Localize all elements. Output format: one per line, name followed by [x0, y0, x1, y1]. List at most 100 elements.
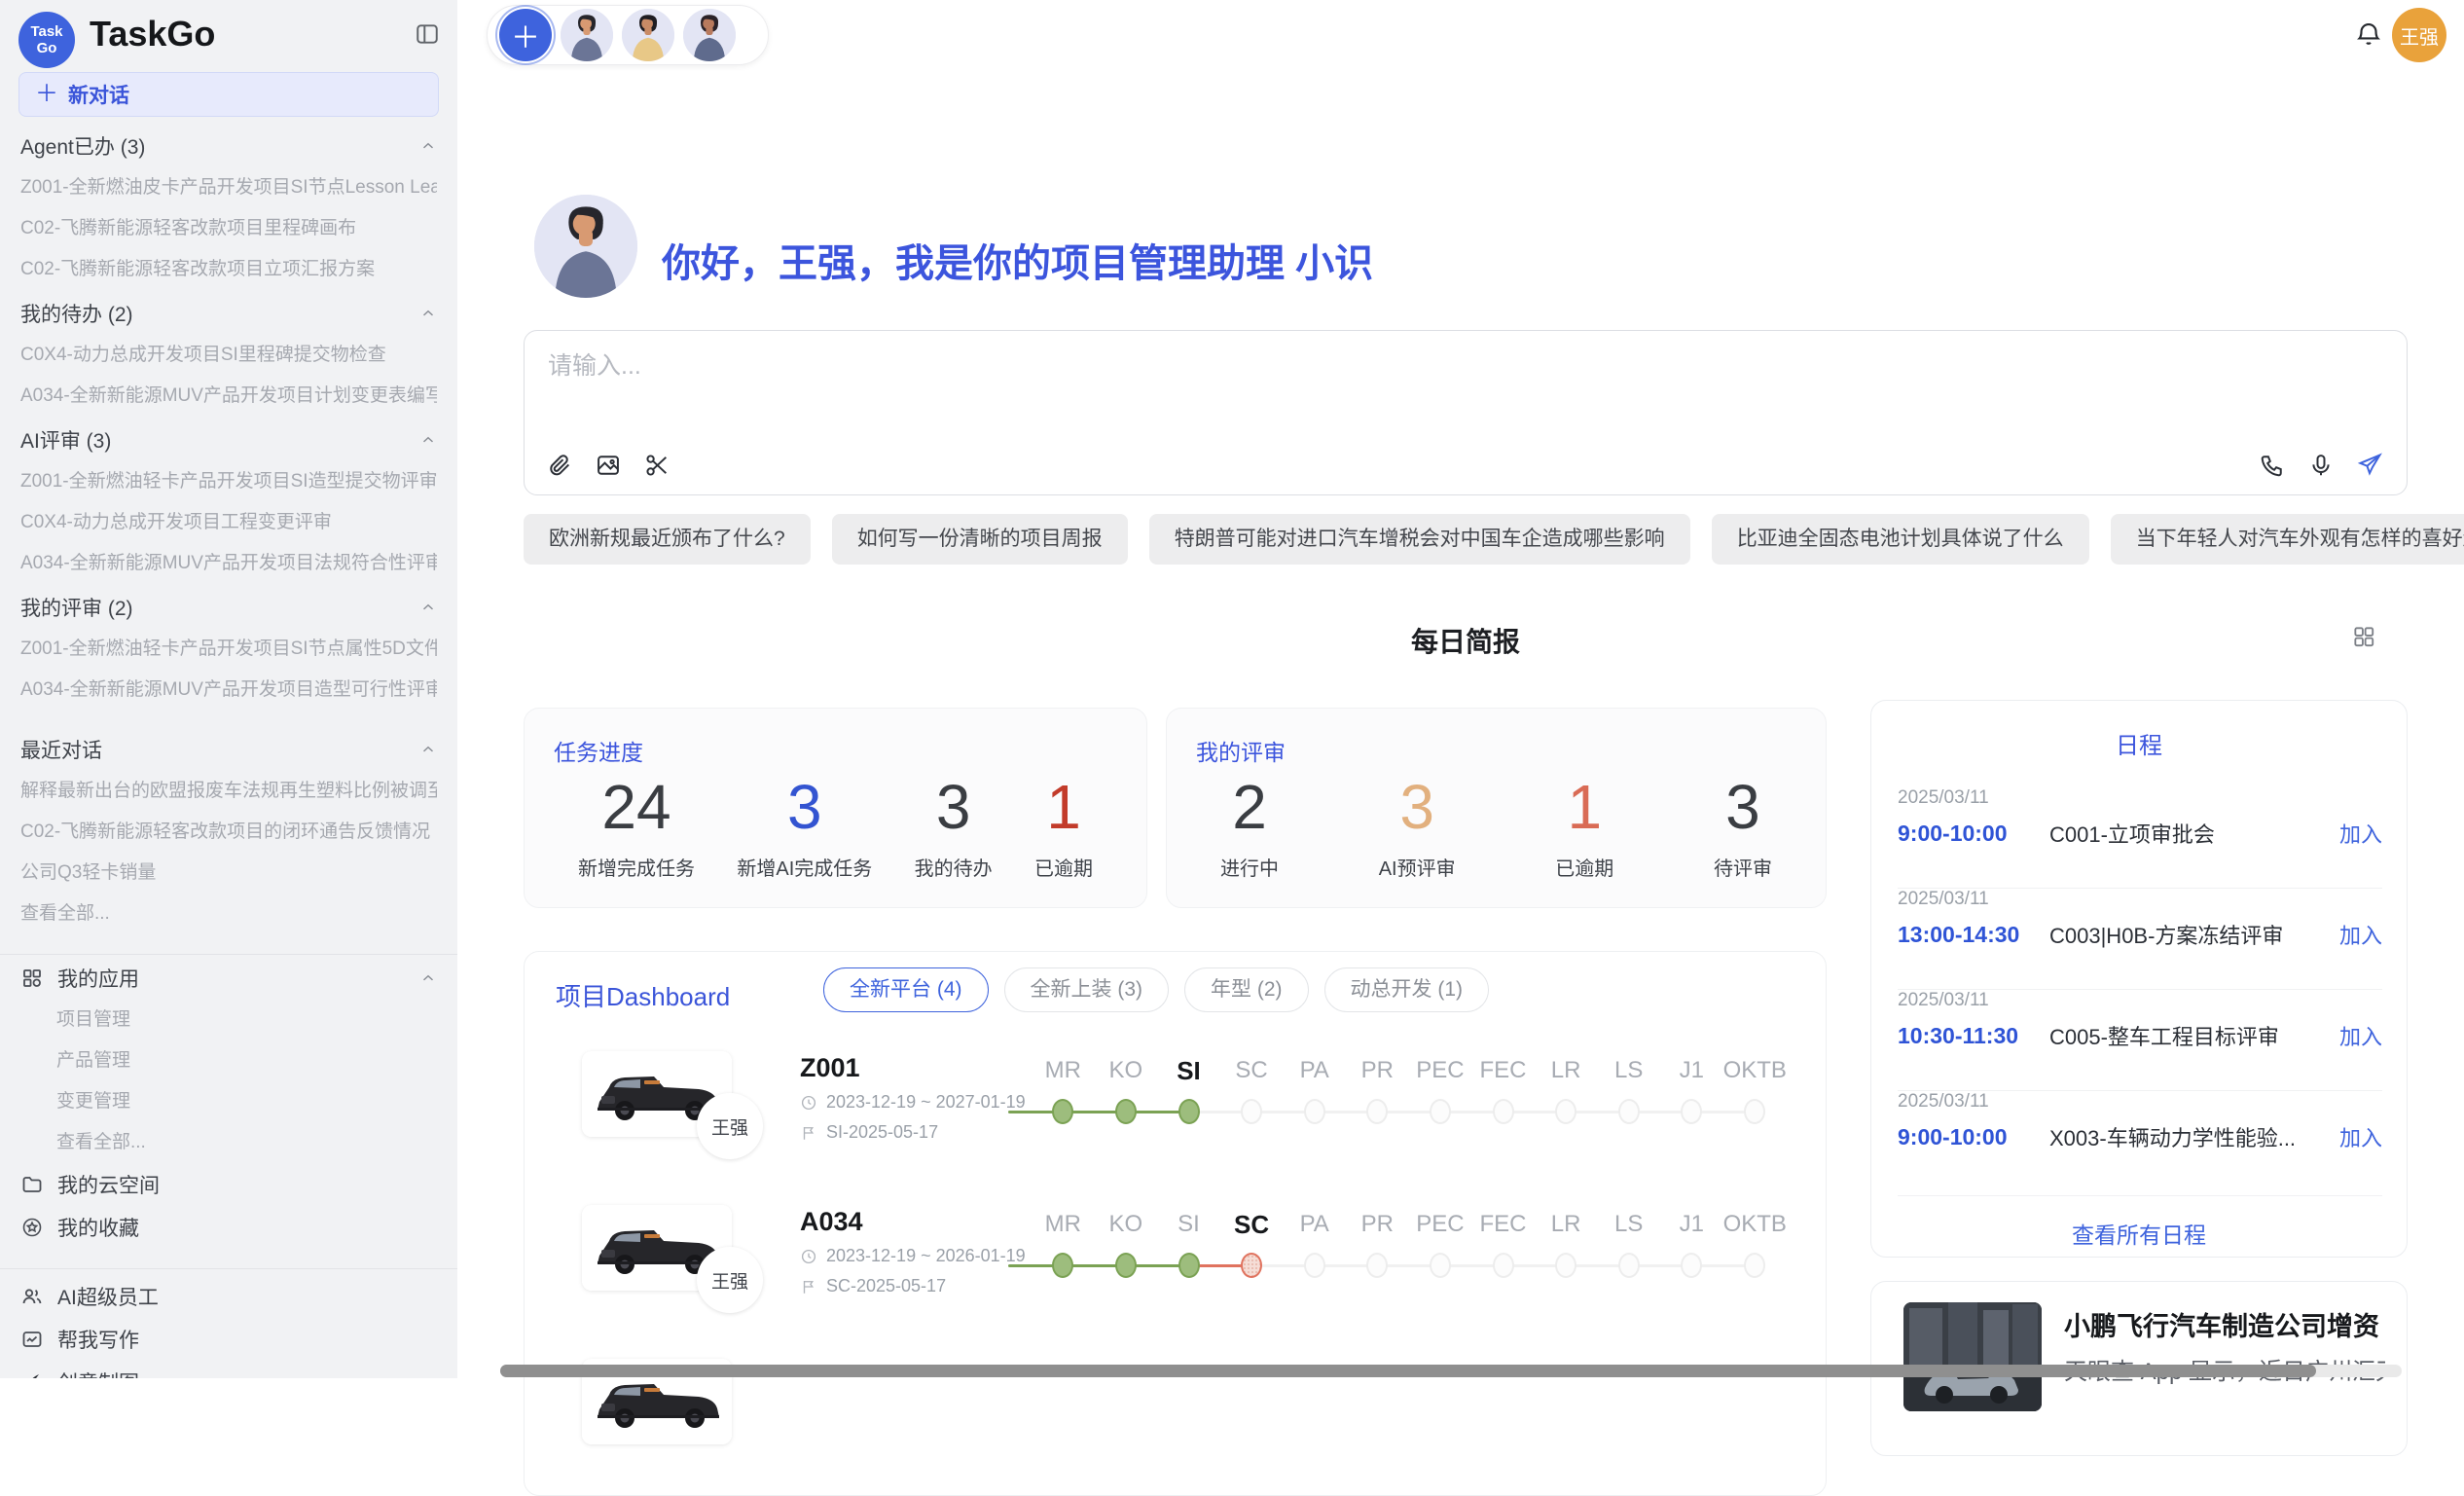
- sidebar-section-header[interactable]: 我的应用: [20, 957, 437, 1000]
- sidebar-section-title: 我的应用: [20, 964, 139, 993]
- dashboard-tab[interactable]: 动总开发 (1): [1324, 967, 1490, 1012]
- sidebar-section-label: 我的应用: [57, 964, 139, 993]
- sidebar-tool-pen[interactable]: 创意制图: [0, 1361, 457, 1378]
- sidebar-link-star[interactable]: 我的收藏: [0, 1206, 457, 1249]
- view-all-schedule-link[interactable]: 查看所有日程: [1871, 1217, 2407, 1250]
- sidebar-section-header[interactable]: 我的待办 (2): [20, 292, 437, 335]
- notifications-bell-icon[interactable]: [2354, 19, 2383, 49]
- sidebar-view-all[interactable]: 查看全部...: [20, 1122, 437, 1163]
- sidebar-item[interactable]: Z001-全新燃油轻卡产品开发项目SI节点属性5D文件评审: [20, 629, 437, 670]
- sidebar-section-header[interactable]: AI评审 (3): [20, 419, 437, 461]
- suggestion-chip[interactable]: 欧洲新规最近颁布了什么?: [524, 514, 811, 565]
- stat-label: 新增完成任务: [578, 853, 695, 881]
- agent-avatar[interactable]: [683, 9, 736, 61]
- sidebar-item[interactable]: 公司Q3轻卡销量: [20, 853, 437, 894]
- new-chat-button[interactable]: ＋ 新对话: [18, 72, 439, 117]
- chevron-up-icon[interactable]: [419, 137, 437, 155]
- project-dashboard-card: 项目Dashboard 全新平台 (4) 全新上装 (3) 年型 (2) 动总开发 (…: [524, 951, 1827, 1496]
- microphone-icon[interactable]: [2307, 452, 2335, 479]
- milestone-label: SC: [1220, 1209, 1284, 1240]
- event-join-link[interactable]: 加入: [2339, 1121, 2382, 1152]
- milestone-label: J1: [1660, 1209, 1723, 1240]
- sidebar-app-item[interactable]: 项目管理: [20, 1000, 437, 1040]
- chevron-up-icon[interactable]: [419, 599, 437, 616]
- sidebar-item[interactable]: C02-飞腾新能源轻客改款项目立项汇报方案: [20, 249, 437, 290]
- sidebar-section-header[interactable]: Agent已办 (3): [20, 125, 437, 167]
- suggestion-chip[interactable]: 比亚迪全固态电池计划具体说了什么: [1712, 514, 2089, 565]
- event-name: C003|H0B-方案冻结评审: [2049, 919, 2317, 950]
- people-icon: [20, 1285, 44, 1308]
- project-code[interactable]: Z001: [800, 1053, 860, 1083]
- sidebar-item[interactable]: Z001-全新燃油轻卡产品开发项目SI造型提交物评审: [20, 461, 437, 502]
- milestone-label: KO: [1095, 1209, 1158, 1240]
- project-code[interactable]: A034: [800, 1207, 863, 1237]
- chevron-up-icon[interactable]: [419, 305, 437, 322]
- sidebar-item[interactable]: C0X4-动力总成开发项目工程变更评审: [20, 502, 437, 543]
- sidebar-view-all[interactable]: 查看全部...: [20, 894, 437, 934]
- suggestion-chip[interactable]: 如何写一份清晰的项目周报: [832, 514, 1128, 565]
- sidebar-section-header[interactable]: 我的评审 (2): [20, 586, 437, 629]
- event-join-link[interactable]: 加入: [2339, 1020, 2382, 1051]
- sidebar-item[interactable]: 解释最新出台的欧盟报废车法规再生塑料比例被调至15%...: [20, 771, 437, 812]
- event-join-link[interactable]: 加入: [2339, 818, 2382, 849]
- sidebar-link-folder[interactable]: 我的云空间: [0, 1163, 457, 1206]
- divider: [0, 1268, 457, 1269]
- agent-quick-bar: ＋: [487, 5, 769, 65]
- chat-input-box: [524, 330, 2408, 495]
- add-agent-button[interactable]: ＋: [499, 9, 552, 61]
- pen-icon: [20, 1370, 44, 1378]
- suggestion-chip[interactable]: 当下年轻人对汽车外观有怎样的喜好趋势: [2111, 514, 2464, 565]
- user-avatar[interactable]: 王强: [2392, 8, 2446, 62]
- agent-avatar[interactable]: [622, 9, 674, 61]
- sidebar-item[interactable]: A034-全新新能源MUV产品开发项目法规符合性评审: [20, 543, 437, 584]
- dashboard-tab[interactable]: 全新上装 (3): [1004, 967, 1170, 1012]
- dashboard-title: 项目Dashboard: [556, 977, 730, 1013]
- input-actions: [2259, 452, 2383, 479]
- attachment-icon[interactable]: [546, 452, 573, 479]
- agent-avatar[interactable]: [561, 9, 613, 61]
- stat-value: 1: [1034, 769, 1093, 845]
- sidebar-item[interactable]: C02-飞腾新能源轻客改款项目里程碑画布: [20, 208, 437, 249]
- stat: 3新增AI完成任务: [737, 769, 872, 881]
- stat-label: 已逾期: [1034, 853, 1093, 881]
- scissors-icon[interactable]: [643, 452, 670, 479]
- milestone-dot: [1115, 1099, 1137, 1124]
- milestone-dot: [1115, 1253, 1137, 1278]
- suggestion-chip[interactable]: 特朗普可能对进口汽车增税会对中国车企造成哪些影响: [1149, 514, 1690, 565]
- project-owner-badge: 王强: [697, 1093, 763, 1159]
- send-icon[interactable]: [2356, 452, 2383, 479]
- chat-input[interactable]: [546, 345, 2379, 442]
- milestone-dot: [1430, 1253, 1451, 1278]
- milestone-dot: [1366, 1099, 1388, 1124]
- dashboard-tab[interactable]: 年型 (2): [1184, 967, 1309, 1012]
- briefing-layout-icon[interactable]: [2351, 624, 2376, 649]
- sidebar-item[interactable]: A034-全新新能源MUV产品开发项目造型可行性评审: [20, 670, 437, 711]
- event-join-link[interactable]: 加入: [2339, 919, 2382, 950]
- milestone-label: SI: [1157, 1055, 1220, 1086]
- sidebar-item[interactable]: C0X4-动力总成开发项目SI里程碑提交物检查: [20, 335, 437, 376]
- chevron-up-icon[interactable]: [419, 741, 437, 758]
- sidebar-tool-people[interactable]: AI超级员工: [0, 1275, 457, 1318]
- sidebar-section-header[interactable]: 最近对话: [20, 728, 437, 771]
- chevron-up-icon[interactable]: [419, 431, 437, 449]
- voice-call-icon[interactable]: [2259, 452, 2286, 479]
- milestone-label: MR: [1032, 1055, 1095, 1086]
- sidebar-app-item[interactable]: 变更管理: [20, 1081, 437, 1122]
- milestone-label: PR: [1346, 1209, 1409, 1240]
- sidebar-tool-write[interactable]: 帮我写作: [0, 1318, 457, 1361]
- sidebar-item[interactable]: C02-飞腾新能源轻客改款项目的闭环通告反馈情况: [20, 812, 437, 853]
- event-row: 13:00-14:30C003|H0B-方案冻结评审加入: [1898, 919, 2382, 950]
- sidebar-item[interactable]: A034-全新新能源MUV产品开发项目计划变更表编写: [20, 376, 437, 417]
- dashboard-tab[interactable]: 全新平台 (4): [823, 967, 989, 1012]
- milestone-dot: [1366, 1253, 1388, 1278]
- chevron-up-icon[interactable]: [419, 969, 437, 987]
- horizontal-scrollbar-thumb[interactable]: [500, 1365, 2316, 1377]
- sidebar-item[interactable]: Z001-全新燃油皮卡产品开发项目SI节点Lesson Learn报告: [20, 167, 437, 208]
- sidebar-collapse-icon[interactable]: [415, 21, 440, 47]
- stat: 1已逾期: [1555, 769, 1613, 881]
- stat-card-title: 任务进度: [554, 734, 1146, 767]
- milestone-dot: [1681, 1253, 1702, 1278]
- stat-label: 已逾期: [1555, 853, 1613, 881]
- image-upload-icon[interactable]: [595, 452, 622, 479]
- sidebar-app-item[interactable]: 产品管理: [20, 1040, 437, 1081]
